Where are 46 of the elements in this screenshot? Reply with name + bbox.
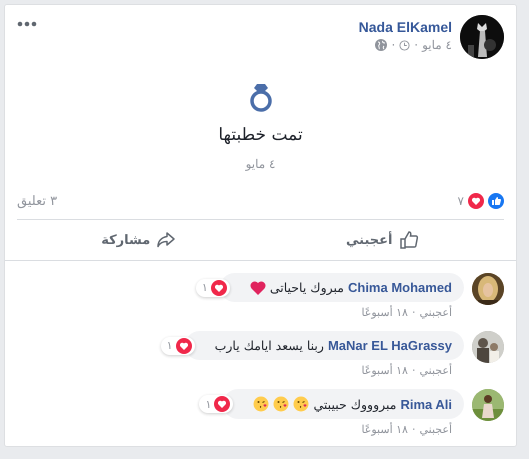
reaction-count[interactable]: ٧ (458, 194, 464, 208)
clock-icon (399, 40, 410, 50)
comment-text: مبروووك حبيبتي (313, 396, 396, 412)
comment-count[interactable]: ٣ تعليق (17, 194, 58, 208)
separator: · (391, 38, 396, 52)
like-link[interactable]: أعجبني (419, 364, 452, 377)
kissing-face-icon (293, 396, 310, 412)
share-icon (156, 231, 176, 249)
globe-icon[interactable] (375, 39, 388, 51)
share-button[interactable]: مشاركة (17, 224, 260, 256)
comment-time[interactable]: ١٨ أسبوعًا (361, 364, 408, 377)
like-reaction-icon (488, 193, 504, 209)
thumbs-up-icon (398, 230, 418, 250)
commenter-name[interactable]: Rima Ali (400, 396, 452, 412)
comment-time[interactable]: ١٨ أسبوعًا (361, 423, 408, 436)
heart-icon (250, 280, 266, 294)
author-name[interactable]: Nada ElKamel (45, 19, 452, 35)
commenter-name[interactable]: MaNar EL HaGrassy (328, 338, 452, 353)
post-date[interactable]: ٤ مايو (422, 38, 452, 52)
reaction-badge[interactable]: ١ (199, 395, 234, 413)
comment-text: ربنا يسعد ايامك يارب (214, 338, 324, 353)
kissing-face-icon (253, 396, 270, 412)
kissing-face-icon (273, 396, 290, 412)
reaction-count: ١ (205, 398, 212, 410)
love-reaction-icon (176, 338, 192, 354)
separator: · (412, 423, 416, 436)
love-reaction-icon (214, 396, 230, 412)
separator: · (414, 38, 418, 52)
reaction-badge[interactable]: ١ (196, 278, 230, 296)
love-reaction-icon (210, 280, 227, 296)
like-link[interactable]: أعجبني (419, 306, 452, 319)
reaction-count: ١ (202, 281, 208, 294)
love-reaction-icon (468, 193, 484, 209)
reaction-count: ١ (166, 339, 173, 352)
reaction-badge[interactable]: ١ (160, 336, 195, 354)
event-date: ٤ مايو (246, 157, 276, 171)
separator: · (412, 364, 416, 377)
ring-icon (248, 83, 272, 113)
comment-time[interactable]: ١٨ أسبوعًا (361, 306, 408, 319)
like-button[interactable]: أعجبني (260, 224, 504, 256)
event-title: تمت خطبتها (218, 125, 303, 145)
separator: · (412, 306, 416, 319)
more-options-icon[interactable] (17, 21, 37, 27)
like-link[interactable]: أعجبني (419, 423, 452, 436)
comment-text: مبروك ياحياتى (270, 280, 344, 295)
commenter-name[interactable]: Chima Mohamed (348, 280, 452, 295)
